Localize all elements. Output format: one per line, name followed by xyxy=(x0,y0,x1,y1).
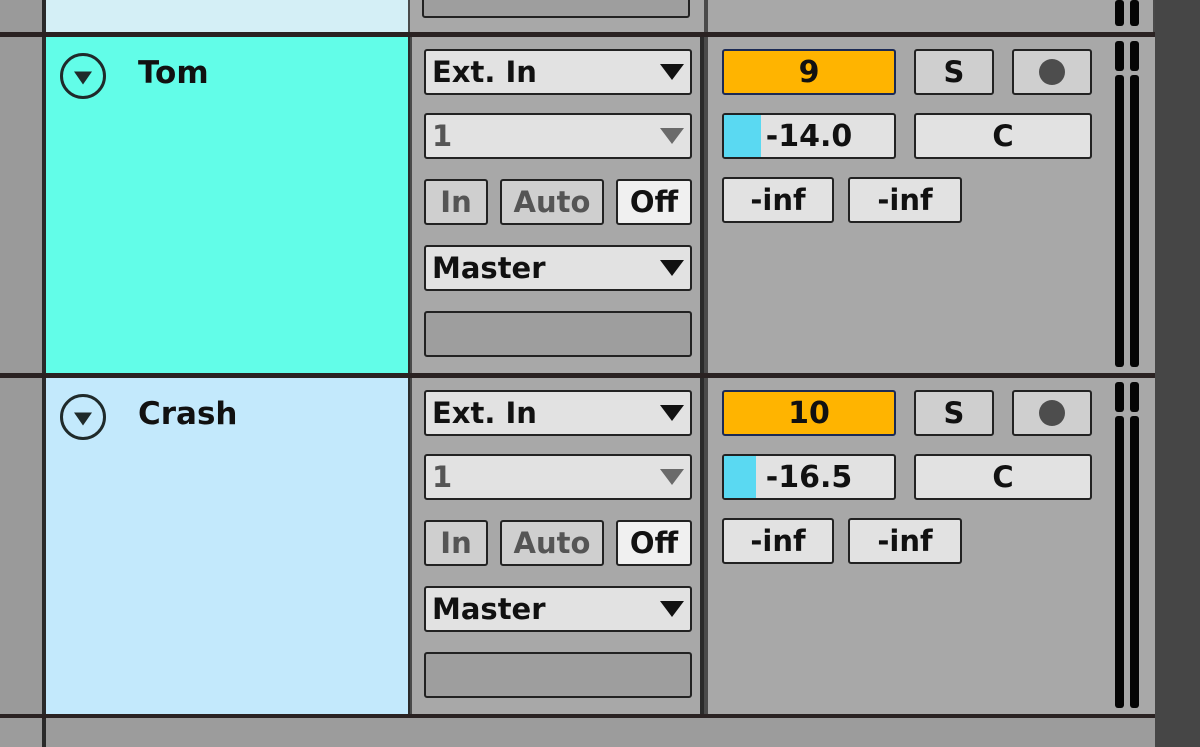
meter-left xyxy=(1115,0,1124,26)
io-section: Ext. In 1 In Auto Off Master xyxy=(412,37,704,373)
empty-slot xyxy=(424,652,692,698)
output-value: Master xyxy=(432,251,546,285)
solo-button[interactable]: S xyxy=(914,390,994,436)
monitor-auto-button[interactable]: Auto xyxy=(500,520,604,566)
volume-fill xyxy=(724,115,762,157)
send-a-control[interactable]: -inf xyxy=(722,518,834,564)
monitor-off-button[interactable]: Off xyxy=(616,520,692,566)
track-above-name-area[interactable] xyxy=(46,0,408,32)
mixer-section: 9 S -14.0 C -inf -inf xyxy=(708,37,1155,373)
chevron-down-icon xyxy=(660,469,684,485)
input-channel-value: 1 xyxy=(432,119,453,153)
track-activator-button[interactable]: 10 xyxy=(722,390,896,436)
output-dropdown[interactable]: Master xyxy=(424,245,692,291)
track-above-io xyxy=(410,0,704,32)
monitor-auto-button[interactable]: Auto xyxy=(500,179,604,225)
monitor-off-button[interactable]: Off xyxy=(616,179,692,225)
volume-slider[interactable]: -14.0 xyxy=(722,113,896,159)
arm-button[interactable] xyxy=(1012,390,1092,436)
pan-control[interactable]: C xyxy=(914,113,1092,159)
meter-right xyxy=(1130,75,1139,367)
chevron-down-icon xyxy=(660,64,684,80)
chevron-down-icon xyxy=(660,601,684,617)
meter-left xyxy=(1115,75,1124,367)
record-arm-icon xyxy=(1039,400,1065,426)
track-name[interactable]: Tom xyxy=(138,55,209,91)
mixer-section: 10 S -16.5 C -inf -inf xyxy=(708,378,1155,714)
meter-right xyxy=(1130,0,1139,26)
empty-slot xyxy=(424,311,692,357)
send-b-control[interactable]: -inf xyxy=(848,518,962,564)
input-type-dropdown[interactable]: Ext. In xyxy=(424,49,692,95)
volume-value: -16.5 xyxy=(765,459,853,495)
volume-slider[interactable]: -16.5 xyxy=(722,454,896,500)
chevron-down-icon xyxy=(660,128,684,144)
track-above-empty-slot xyxy=(422,0,690,18)
input-type-dropdown[interactable]: Ext. In xyxy=(424,390,692,436)
meter-right-top xyxy=(1130,382,1139,412)
input-channel-value: 1 xyxy=(432,460,453,494)
input-channel-dropdown[interactable]: 1 xyxy=(424,113,692,159)
monitor-in-button[interactable]: In xyxy=(424,520,488,566)
track-activator-button[interactable]: 9 xyxy=(722,49,896,95)
io-section: Ext. In 1 In Auto Off Master xyxy=(412,378,704,714)
chevron-down-icon xyxy=(660,405,684,421)
input-channel-dropdown[interactable]: 1 xyxy=(424,454,692,500)
send-a-control[interactable]: -inf xyxy=(722,177,834,223)
input-type-value: Ext. In xyxy=(432,55,537,89)
pan-control[interactable]: C xyxy=(914,454,1092,500)
chevron-down-icon xyxy=(660,260,684,276)
monitor-in-button[interactable]: In xyxy=(424,179,488,225)
track-above-mixer xyxy=(708,0,1153,32)
scrollbar-area[interactable] xyxy=(1155,0,1200,747)
meter-left-top xyxy=(1115,382,1124,412)
output-dropdown[interactable]: Master xyxy=(424,586,692,632)
meter-right-top xyxy=(1130,41,1139,71)
meter-left xyxy=(1115,416,1124,708)
record-arm-icon xyxy=(1039,59,1065,85)
volume-value: -14.0 xyxy=(765,118,853,154)
fold-toggle-icon[interactable] xyxy=(60,394,106,440)
track-name-area[interactable]: Crash xyxy=(46,378,410,714)
drop-area[interactable] xyxy=(46,718,1155,747)
fold-toggle-icon[interactable] xyxy=(60,53,106,99)
output-value: Master xyxy=(432,592,546,626)
left-strip-bottom xyxy=(0,718,42,747)
input-type-value: Ext. In xyxy=(432,396,537,430)
meter-left-top xyxy=(1115,41,1124,71)
meter-right xyxy=(1130,416,1139,708)
track-name-area[interactable]: Tom xyxy=(46,37,410,373)
solo-button[interactable]: S xyxy=(914,49,994,95)
volume-fill xyxy=(724,456,757,498)
send-b-control[interactable]: -inf xyxy=(848,177,962,223)
track-name[interactable]: Crash xyxy=(138,396,237,432)
arm-button[interactable] xyxy=(1012,49,1092,95)
